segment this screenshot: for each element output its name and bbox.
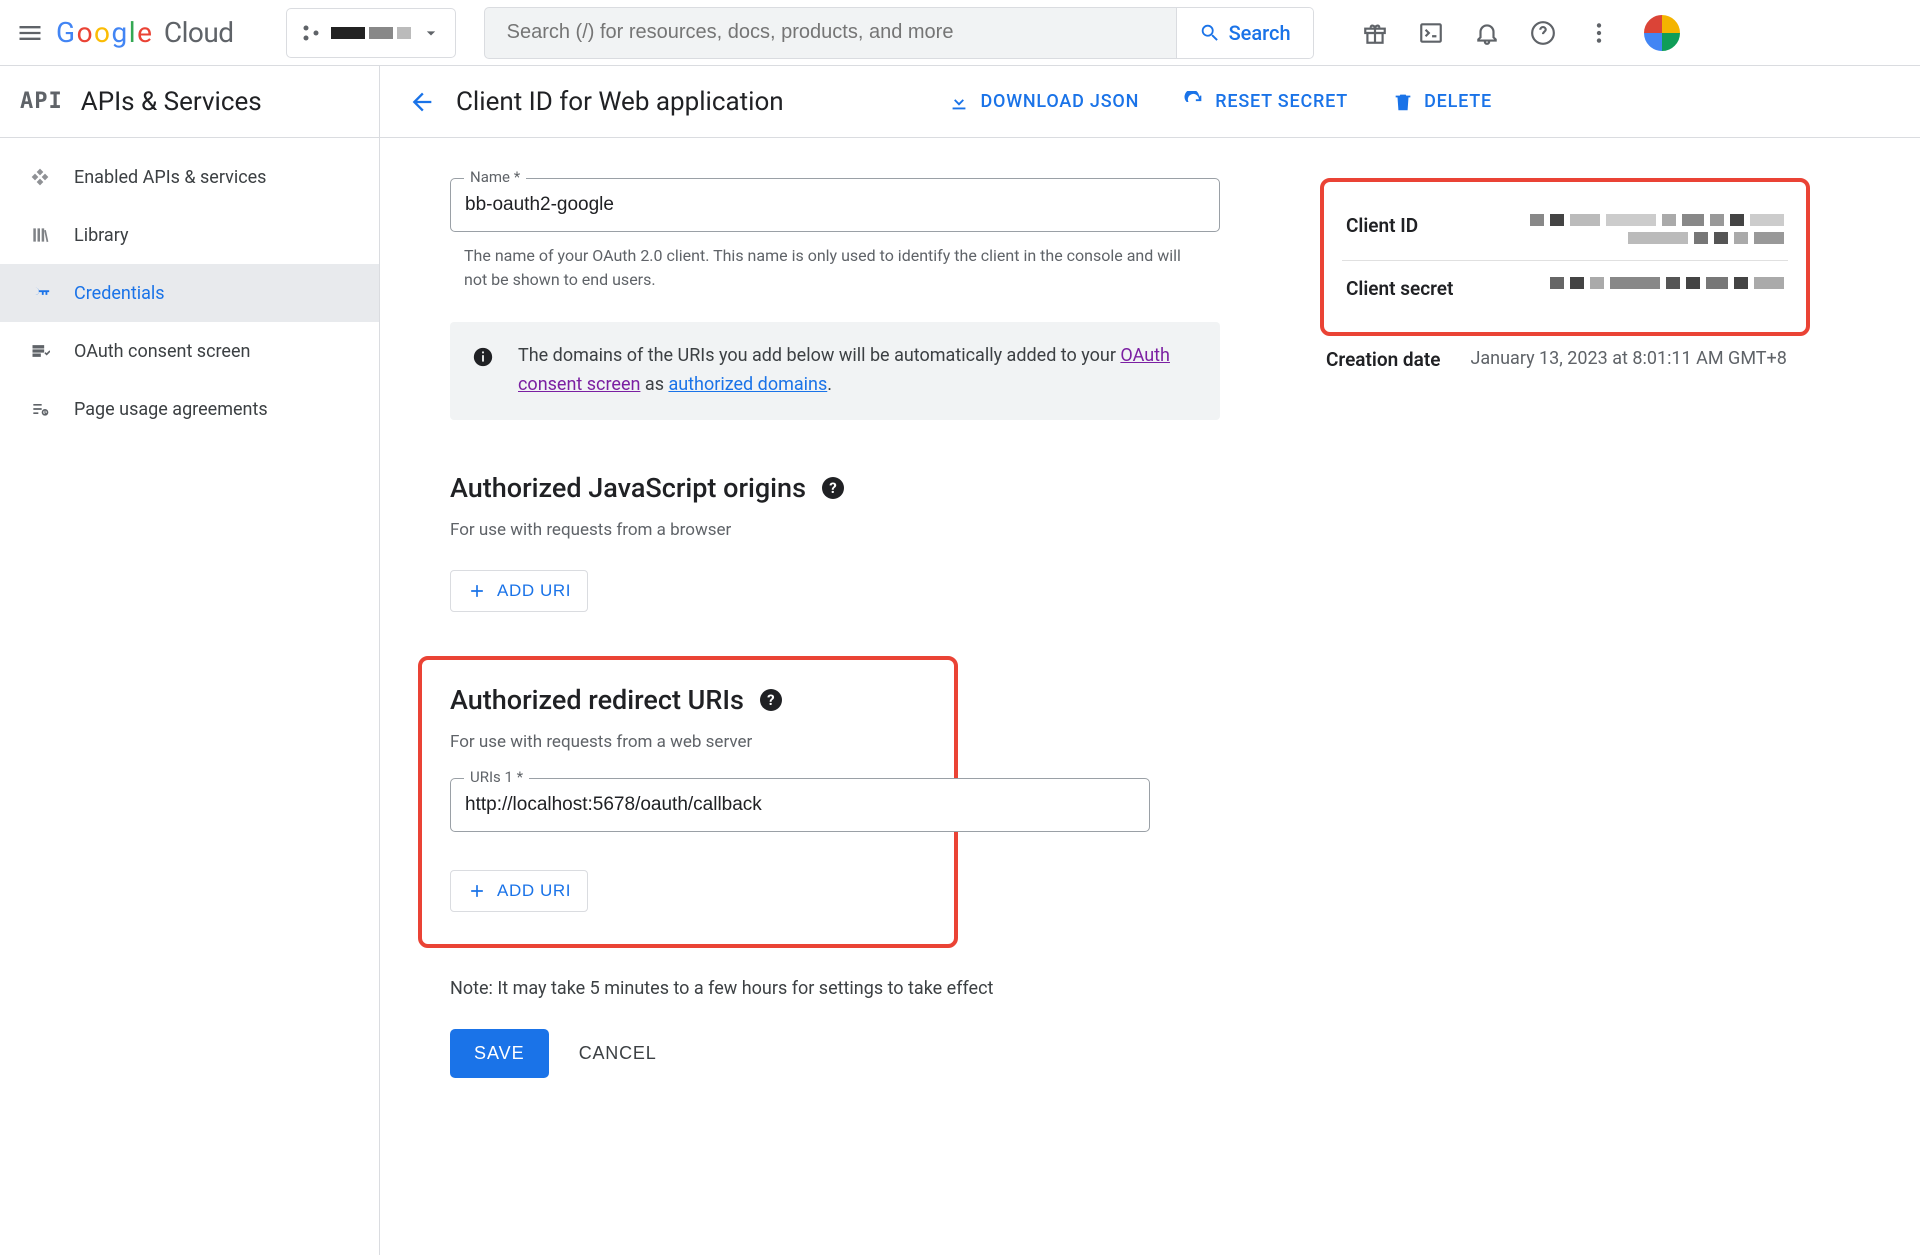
settings-delay-note: Note: It may take 5 minutes to a few hou… bbox=[450, 978, 1220, 999]
redirect-uris-subtext: For use with requests from a web server bbox=[450, 732, 926, 752]
save-button[interactable]: SAVE bbox=[450, 1029, 549, 1078]
client-credentials-highlight: Client ID Client secret bbox=[1320, 178, 1810, 336]
js-origins-subtext: For use with requests from a browser bbox=[450, 520, 1220, 540]
page-title: Client ID for Web application bbox=[456, 87, 784, 117]
creation-date-label: Creation date bbox=[1326, 348, 1440, 371]
google-cloud-logo[interactable]: Google Cloud bbox=[56, 16, 234, 49]
refresh-icon bbox=[1183, 91, 1205, 113]
banner-text-pre: The domains of the URIs you add below wi… bbox=[518, 345, 1120, 366]
banner-text-post: . bbox=[827, 374, 832, 395]
info-icon bbox=[472, 346, 494, 368]
gift-icon[interactable] bbox=[1362, 20, 1388, 46]
project-picker[interactable] bbox=[286, 8, 456, 58]
more-vert-icon[interactable] bbox=[1586, 20, 1612, 46]
client-secret-redacted bbox=[1496, 277, 1784, 306]
domains-info-banner: The domains of the URIs you add below wi… bbox=[450, 322, 1220, 420]
name-help-text: The name of your OAuth 2.0 client. This … bbox=[450, 240, 1220, 292]
sidebar-item-label: Library bbox=[74, 225, 129, 246]
trash-icon bbox=[1392, 91, 1414, 113]
cloud-shell-icon[interactable] bbox=[1418, 20, 1444, 46]
help-tooltip-icon[interactable]: ? bbox=[760, 689, 782, 711]
add-uri-label: ADD URI bbox=[497, 881, 571, 901]
name-input[interactable] bbox=[450, 178, 1220, 232]
client-secret-label: Client secret bbox=[1346, 277, 1466, 300]
add-uri-label: ADD URI bbox=[497, 581, 571, 601]
search-icon bbox=[1199, 22, 1221, 44]
download-json-label: DOWNLOAD JSON bbox=[980, 91, 1139, 112]
hamburger-menu-icon[interactable] bbox=[16, 19, 44, 47]
arrow-back-icon bbox=[408, 88, 436, 116]
reset-secret-label: RESET SECRET bbox=[1215, 91, 1348, 112]
reset-secret-button[interactable]: RESET SECRET bbox=[1183, 91, 1348, 113]
diamond-icon bbox=[28, 167, 52, 187]
sidebar-item-enabled-apis[interactable]: Enabled APIs & services bbox=[0, 148, 379, 206]
api-badge-icon: API bbox=[20, 89, 63, 114]
sidebar-item-library[interactable]: Library bbox=[0, 206, 379, 264]
sidebar-item-page-usage[interactable]: Page usage agreements bbox=[0, 380, 379, 438]
client-id-redacted bbox=[1496, 214, 1784, 244]
cancel-button[interactable]: CANCEL bbox=[579, 1043, 657, 1064]
plus-icon bbox=[467, 881, 487, 901]
plus-icon bbox=[467, 581, 487, 601]
banner-text-mid: as bbox=[645, 374, 669, 395]
uri1-label: URIs 1 * bbox=[464, 768, 529, 786]
agreement-icon bbox=[28, 399, 52, 419]
search-button[interactable]: Search bbox=[1176, 8, 1313, 58]
notifications-icon[interactable] bbox=[1474, 20, 1500, 46]
sidebar-item-credentials[interactable]: Credentials bbox=[0, 264, 379, 322]
help-tooltip-icon[interactable]: ? bbox=[822, 477, 844, 499]
sidebar-title: APIs & Services bbox=[81, 87, 262, 117]
sidebar-header: API APIs & Services bbox=[0, 66, 379, 138]
name-field-label: Name * bbox=[464, 168, 526, 186]
sidebar-item-label: Enabled APIs & services bbox=[74, 167, 266, 188]
sidebar-item-oauth-consent[interactable]: OAuth consent screen bbox=[0, 322, 379, 380]
help-icon[interactable] bbox=[1530, 20, 1556, 46]
download-json-button[interactable]: DOWNLOAD JSON bbox=[948, 91, 1139, 113]
uri1-input[interactable] bbox=[450, 778, 1150, 832]
search-input[interactable] bbox=[485, 8, 1176, 58]
search-bar: Search bbox=[484, 7, 1314, 59]
library-icon bbox=[28, 225, 52, 245]
sidebar-item-label: OAuth consent screen bbox=[74, 341, 250, 362]
consent-icon bbox=[28, 341, 52, 361]
add-uri-button-redirect[interactable]: ADD URI bbox=[450, 870, 588, 912]
client-id-label: Client ID bbox=[1346, 214, 1466, 238]
delete-label: DELETE bbox=[1424, 91, 1492, 112]
authorized-domains-link[interactable]: authorized domains bbox=[668, 374, 827, 395]
download-icon bbox=[948, 91, 970, 113]
sidebar-item-label: Page usage agreements bbox=[74, 399, 268, 420]
key-icon bbox=[28, 282, 52, 304]
creation-date-value: January 13, 2023 at 8:01:11 AM GMT+8 bbox=[1470, 348, 1786, 369]
add-uri-button-js[interactable]: ADD URI bbox=[450, 570, 588, 612]
sidebar-item-label: Credentials bbox=[74, 283, 165, 304]
back-button[interactable] bbox=[408, 88, 436, 116]
js-origins-heading: Authorized JavaScript origins ? bbox=[450, 472, 1220, 504]
project-name-redacted bbox=[331, 27, 411, 39]
chevron-down-icon bbox=[421, 23, 441, 43]
delete-button[interactable]: DELETE bbox=[1392, 91, 1492, 113]
redirect-uris-highlight: Authorized redirect URIs ? For use with … bbox=[418, 656, 958, 948]
search-button-label: Search bbox=[1229, 21, 1291, 45]
redirect-uris-heading: Authorized redirect URIs ? bbox=[450, 684, 926, 716]
account-avatar[interactable] bbox=[1642, 13, 1682, 53]
